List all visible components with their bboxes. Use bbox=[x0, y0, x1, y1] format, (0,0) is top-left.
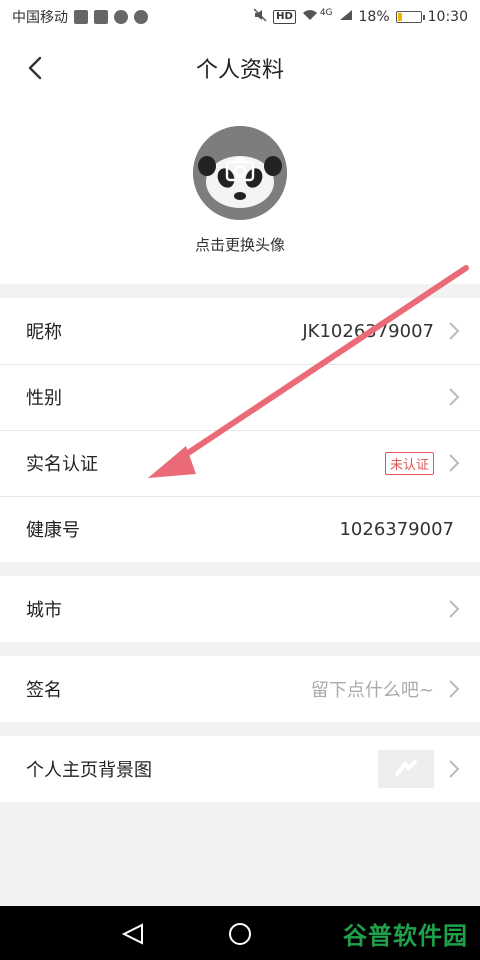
row-signature[interactable]: 签名 留下点什么吧~ bbox=[0, 656, 480, 722]
system-nav-bar: 谷普软件园 bbox=[0, 906, 480, 960]
chevron-left-icon bbox=[28, 56, 42, 80]
wechat-icon bbox=[114, 10, 128, 24]
background-thumbnail bbox=[378, 750, 434, 788]
avatar-section: 点击更换头像 bbox=[0, 102, 480, 284]
back-button[interactable] bbox=[22, 54, 50, 82]
change-avatar-hint[interactable]: 点击更换头像 bbox=[195, 234, 285, 255]
camera-icon bbox=[225, 158, 255, 182]
page-title: 个人资料 bbox=[195, 58, 284, 83]
chevron-right-icon bbox=[449, 388, 460, 406]
row-realname-verification[interactable]: 实名认证 未认证 bbox=[0, 430, 480, 496]
signature-label: 签名 bbox=[26, 680, 62, 701]
chevron-right-icon bbox=[449, 680, 460, 698]
row-gender[interactable]: 性别 bbox=[0, 364, 480, 430]
mute-icon bbox=[253, 8, 267, 26]
message-icon bbox=[134, 10, 148, 24]
watermark: 谷普软件园 bbox=[343, 922, 468, 950]
row-health-id: 健康号 1026379007 bbox=[0, 496, 480, 562]
unverified-badge: 未认证 bbox=[384, 451, 434, 475]
row-background-image[interactable]: 个人主页背景图 bbox=[0, 736, 480, 802]
circle-home-icon[interactable] bbox=[226, 920, 254, 948]
page: 中国移动 HD 4G 18% 10:30 个人资料 点击更换头像 昵称 JK10… bbox=[0, 0, 480, 960]
row-city[interactable]: 城市 bbox=[0, 576, 480, 642]
chevron-right-icon bbox=[449, 600, 460, 618]
chevron-right-icon bbox=[449, 760, 460, 778]
hd-badge: HD bbox=[273, 10, 296, 24]
gender-label: 性别 bbox=[26, 388, 62, 409]
clock: 10:30 bbox=[427, 9, 468, 25]
signal-icon bbox=[339, 9, 353, 25]
battery-icon bbox=[395, 11, 425, 23]
status-bar: 中国移动 HD 4G 18% 10:30 bbox=[0, 0, 480, 34]
avatar[interactable] bbox=[193, 126, 287, 220]
background-image-label: 个人主页背景图 bbox=[26, 760, 152, 781]
play-icon bbox=[94, 10, 108, 24]
nickname-value: JK1026379007 bbox=[302, 320, 434, 342]
wifi-icon bbox=[302, 9, 318, 25]
image-placeholder-icon bbox=[395, 760, 417, 776]
realname-label: 实名认证 bbox=[26, 454, 98, 475]
chevron-right-icon bbox=[449, 322, 460, 340]
row-nickname[interactable]: 昵称 JK1026379007 bbox=[0, 298, 480, 364]
signature-placeholder: 留下点什么吧~ bbox=[310, 680, 434, 701]
triangle-back-icon[interactable] bbox=[120, 922, 146, 946]
battery-percent: 18% bbox=[358, 9, 390, 25]
chevron-right-icon bbox=[449, 454, 460, 472]
nickname-label: 昵称 bbox=[26, 322, 62, 343]
carrier-label: 中国移动 bbox=[12, 10, 68, 26]
notification-icon bbox=[74, 10, 88, 24]
health-id-label: 健康号 bbox=[26, 520, 80, 541]
health-id-value: 1026379007 bbox=[339, 518, 454, 540]
network-label: 4G bbox=[319, 8, 333, 18]
city-label: 城市 bbox=[26, 600, 62, 621]
header: 个人资料 bbox=[0, 34, 480, 102]
